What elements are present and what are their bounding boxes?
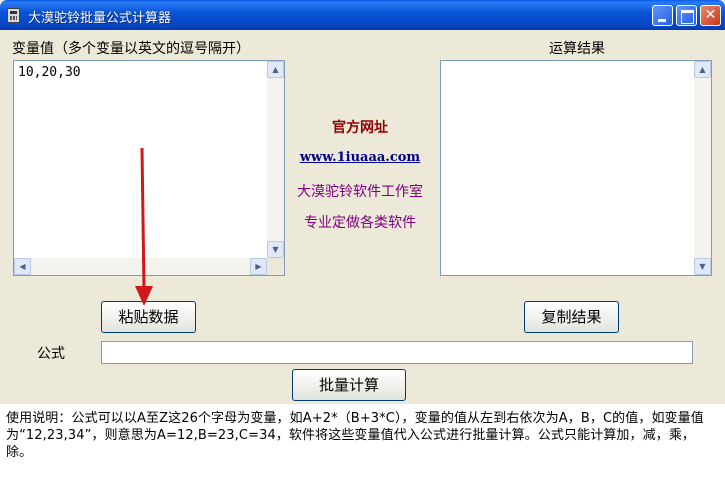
formula-label: 公式 [37,346,65,362]
minimize-button[interactable] [652,5,673,26]
scroll-down-icon[interactable]: ▼ [694,258,711,275]
results-vertical-scrollbar[interactable]: ▲ ▼ [694,61,711,275]
copy-result-button[interactable]: 复制结果 [524,301,619,333]
instructions-text: 使用说明：公式可以以A至Z这26个字母为变量，如A+2*（B+3*C），变量的值… [6,411,704,460]
results-textarea[interactable]: ▲ ▼ [440,60,712,276]
formula-input[interactable] [101,341,693,364]
results-label: 运算结果 [549,41,605,57]
batch-calculate-button[interactable]: 批量计算 [292,369,406,401]
red-arrow-icon [135,147,153,306]
scroll-down-icon[interactable]: ▼ [267,241,284,258]
calculator-icon [7,8,20,23]
window-title: 大漠驼铃批量公式计算器 [28,11,172,26]
close-button[interactable]: ✕ [700,5,721,26]
variables-value: 10,20,30 [18,65,81,80]
title-bar: 大漠驼铃批量公式计算器 ✕ [0,0,725,30]
custom-software-text: 专业定做各类软件 [304,215,416,231]
official-site-label: 官方网址 [332,120,388,136]
variables-label: 变量值（多个变量以英文的逗号隔开） [12,41,250,57]
studio-name: 大漠驼铃软件工作室 [297,184,423,200]
scroll-left-icon[interactable]: ◀ [14,258,31,275]
maximize-button[interactable] [676,5,697,26]
scroll-up-icon[interactable]: ▲ [267,61,284,78]
instructions-panel: 使用说明：公式可以以A至Z这26个字母为变量，如A+2*（B+3*C），变量的值… [0,404,725,484]
scroll-corner [267,258,284,275]
official-site-link[interactable]: www.1iuaaa.com [280,150,440,165]
scroll-right-icon[interactable]: ▶ [250,258,267,275]
scroll-up-icon[interactable]: ▲ [694,61,711,78]
